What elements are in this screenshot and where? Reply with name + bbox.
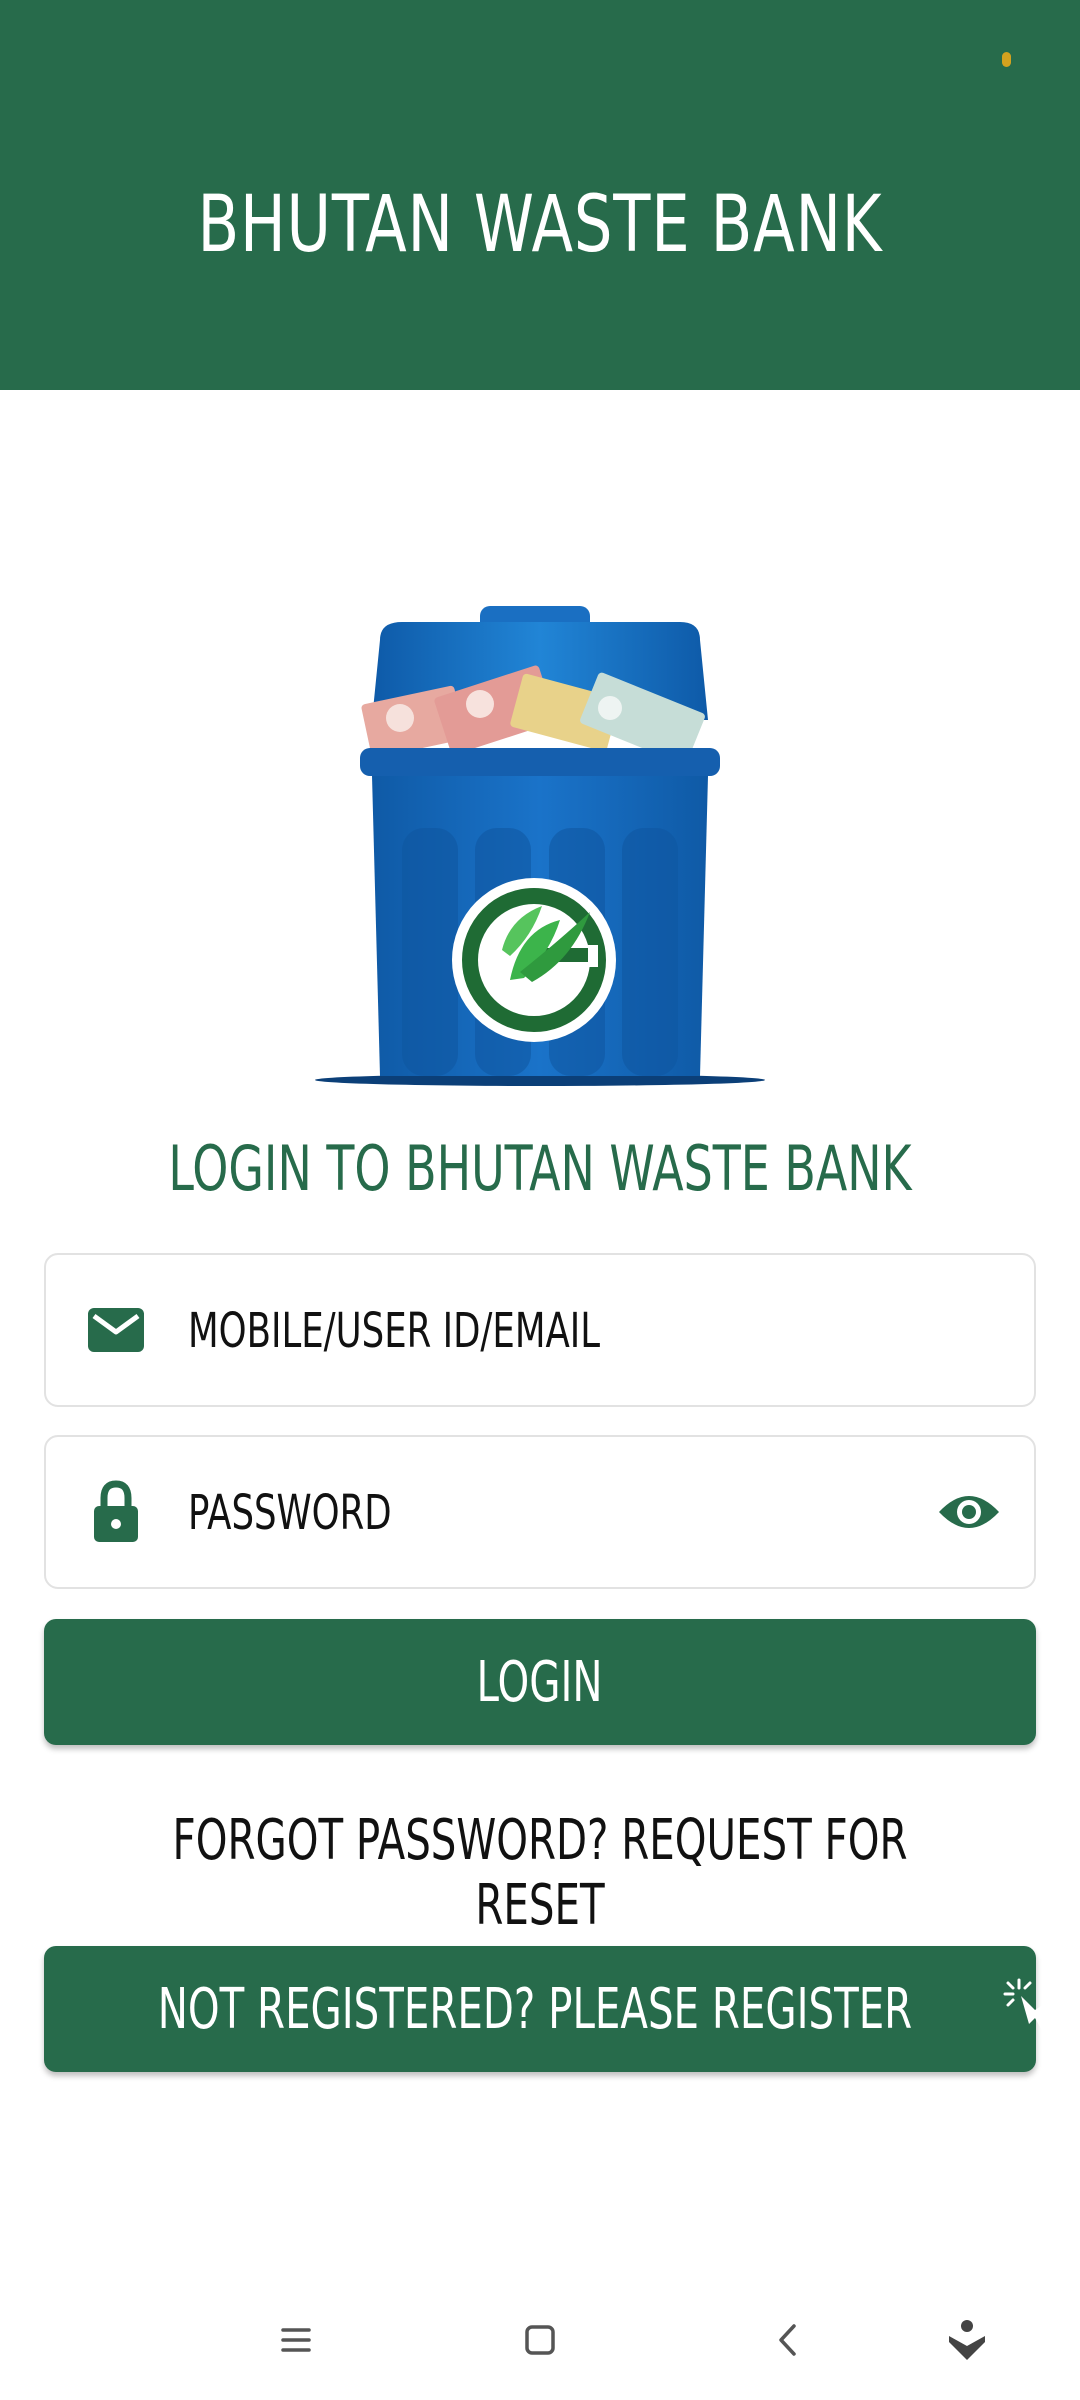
eye-icon[interactable] [934,1487,1004,1537]
app-header: BHUTAN WASTE BANK [0,0,1080,390]
system-nav-bar [0,2290,1080,2400]
assistant-icon[interactable] [937,2310,997,2370]
waste-bin-illustration [310,600,770,1090]
mail-icon [82,1296,150,1364]
app-root: BHUTAN WASTE BANK LOGIN TO BHUTAN WASTE … [0,0,1080,2400]
user-id-input[interactable] [188,1285,736,1377]
password-input[interactable] [188,1467,736,1559]
forgot-password-link[interactable]: FORGOT PASSWORD? REQUEST FOR RESET [151,1808,929,1938]
status-indicator [1002,52,1011,67]
home-square-icon[interactable] [510,2310,570,2370]
menu-icon[interactable] [266,2310,326,2370]
password-field[interactable] [44,1435,1036,1589]
login-button[interactable]: LOGIN [44,1619,1036,1745]
lock-icon [82,1478,150,1546]
app-title: BHUTAN WASTE BANK [197,180,883,270]
login-heading: LOGIN TO BHUTAN WASTE BANK [168,1132,912,1205]
register-button[interactable]: NOT REGISTERED? PLEASE REGISTER [44,1946,1063,2072]
login-button-label: LOGIN [476,1649,604,1715]
user-id-field[interactable] [44,1253,1036,1407]
register-button-label: NOT REGISTERED? PLEASE REGISTER [157,1976,913,2042]
tap-hand-icon [999,1974,1069,2044]
back-icon[interactable] [758,2310,818,2370]
